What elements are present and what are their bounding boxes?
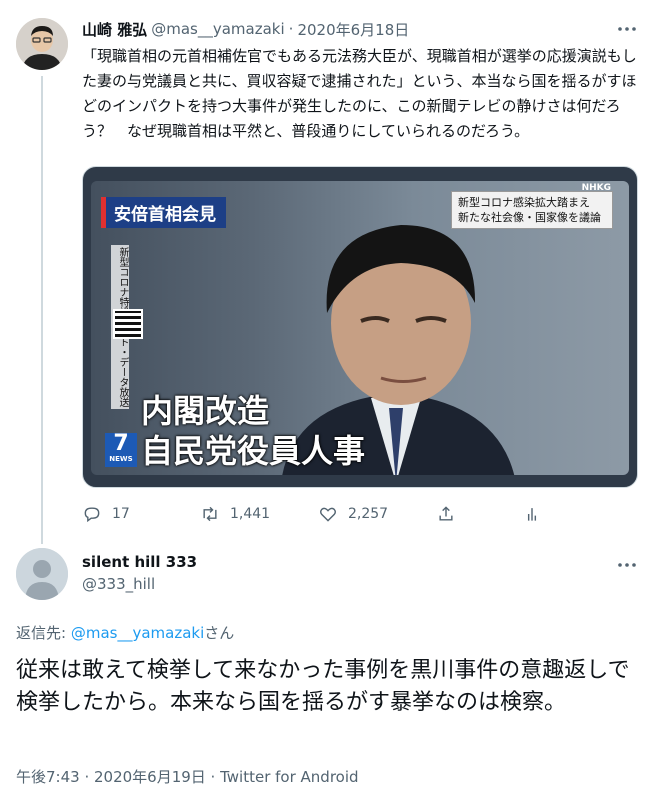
- parent-tweet-date[interactable]: 2020年6月18日: [297, 19, 409, 40]
- reply-author-handle[interactable]: @333_hill: [82, 575, 155, 593]
- reply-icon: [84, 507, 100, 523]
- tv-caption: 安倍首相会見: [101, 197, 226, 228]
- channel-logo: 7 NEWS: [105, 433, 137, 467]
- reply-count: 17: [112, 506, 130, 522]
- analytics-button[interactable]: [522, 504, 542, 524]
- reply-tweet-text: 従来は敢えて検挙して来なかった事例を黒川事件の意趣返しで検挙したから。本来なら国…: [16, 658, 630, 715]
- replying-suffix: さん: [204, 624, 235, 642]
- analytics-icon: [527, 508, 537, 521]
- channel-number: 7: [113, 431, 129, 456]
- retweet-icon: [203, 506, 217, 522]
- reply-author-name[interactable]: silent hill 333: [82, 553, 197, 571]
- parent-tweet-header: 山崎 雅弘 @mas__yamazaki · 2020年6月18日: [82, 18, 409, 40]
- reply-button[interactable]: 17: [82, 504, 200, 524]
- reply-tweet-meta[interactable]: 午後7:43 · 2020年6月19日 · Twitter for Androi…: [16, 766, 359, 787]
- parent-author-handle[interactable]: @mas__yamazaki: [151, 20, 284, 38]
- replying-to-line: 返信先: @mas__yamazakiさん: [16, 622, 234, 643]
- reply-more-icon[interactable]: [616, 556, 638, 574]
- reply-author-avatar[interactable]: [16, 548, 68, 600]
- parent-author-name[interactable]: 山崎 雅弘: [82, 19, 147, 40]
- parent-tweet-actions: 17 1,441 2,257: [82, 502, 552, 526]
- retweet-button[interactable]: 1,441: [200, 504, 318, 524]
- like-count: 2,257: [348, 506, 389, 522]
- replying-to-mention[interactable]: @mas__yamazaki: [71, 624, 204, 642]
- parent-author-avatar[interactable]: [16, 18, 68, 70]
- parent-tweet-media[interactable]: 安倍首相会見 NHKG 新型コロナ感染拡大踏まえ 新たな社会像・国家像を議論 新…: [82, 166, 638, 488]
- replying-prefix: 返信先:: [16, 624, 71, 642]
- share-icon: [439, 506, 453, 521]
- qr-code-icon: [113, 309, 143, 339]
- tv-info-box: 新型コロナ感染拡大踏まえ 新たな社会像・国家像を議論: [451, 191, 613, 229]
- parent-more-icon[interactable]: [616, 20, 638, 38]
- parent-tweet-text: 「現職首相の元首相補佐官でもある元法務大臣が、現職首相が選挙の応援演説もした妻の…: [82, 47, 637, 140]
- like-button[interactable]: 2,257: [318, 504, 436, 524]
- header-separator: ·: [288, 20, 294, 38]
- heart-icon: [320, 507, 336, 522]
- thread-connector-line: [41, 76, 43, 544]
- tv-headline: 内閣改造 自民党役員人事: [141, 392, 366, 470]
- tv-screen-image: 安倍首相会見 NHKG 新型コロナ感染拡大踏まえ 新たな社会像・国家像を議論 新…: [91, 181, 629, 475]
- retweet-count: 1,441: [230, 506, 271, 522]
- channel-label: NEWS: [109, 455, 133, 463]
- share-button[interactable]: [436, 504, 522, 524]
